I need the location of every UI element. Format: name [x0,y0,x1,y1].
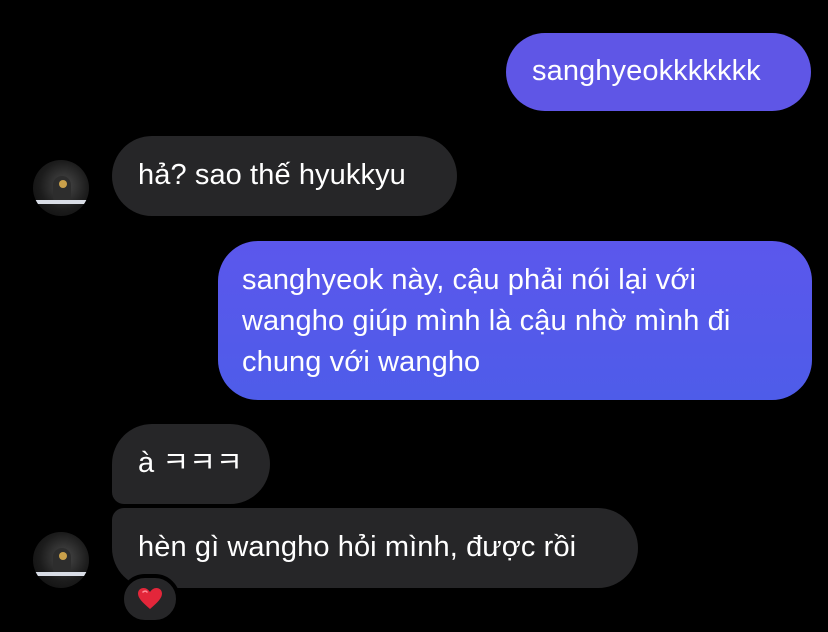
message-bubble-sent[interactable]: sanghyeok này, cậu phải nói lại với wang… [218,241,812,400]
message-bubble-received[interactable]: hèn gì wangho hỏi mình, được rồi [112,508,638,588]
contact-avatar[interactable] [33,160,89,216]
message-text-line: chung với wangho [242,346,481,378]
message-text: à ㅋㅋㅋ [138,447,243,479]
message-bubble-received[interactable]: à ㅋㅋㅋ [112,424,270,504]
message-text: sanghyeokkkkkkk [532,55,761,87]
message-text: hèn gì wangho hỏi mình, được rồi [138,531,577,563]
contact-avatar[interactable] [33,532,89,588]
message-text: hả? sao thế hyukkyu [138,159,406,191]
reaction-badge[interactable] [120,574,180,624]
message-text-line: sanghyeok này, cậu phải nói lại với [242,264,697,296]
heart-icon [137,587,163,611]
message-bubble-sent[interactable]: sanghyeokkkkkkk [506,33,811,111]
message-text-line: wangho giúp mình là cậu nhờ mình đi [242,305,731,337]
message-bubble-received[interactable]: hả? sao thế hyukkyu [112,136,457,216]
